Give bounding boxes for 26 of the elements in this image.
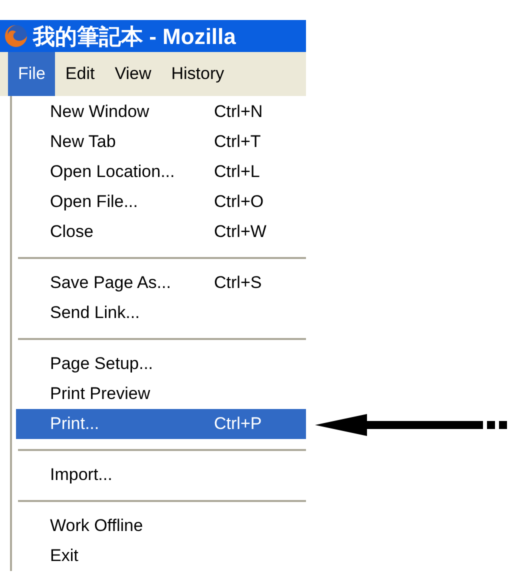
menu-bar-item[interactable]: Edit [55, 52, 105, 96]
menu-item[interactable]: New Window Ctrl+N [16, 97, 306, 127]
menu-item[interactable]: Page Setup... [16, 349, 306, 379]
menu-item[interactable]: Print Preview [16, 379, 306, 409]
menu-item[interactable]: Exit [16, 541, 306, 571]
menu-item[interactable]: Work Offline [16, 511, 306, 541]
menu-bar-item[interactable]: History [161, 52, 234, 96]
shortcut-text: Ctrl+N [214, 101, 263, 124]
menu-item[interactable]: Close Ctrl+W [16, 217, 306, 247]
menu-item[interactable]: Open Location... Ctrl+L [16, 157, 306, 187]
menu-item[interactable]: New Tab Ctrl+T [16, 127, 306, 157]
menu-bar-item[interactable]: File [8, 52, 56, 96]
shortcut-text: Ctrl+L [214, 161, 260, 184]
browser-logo-icon [4, 24, 28, 48]
menu-item[interactable]: Import... [16, 460, 306, 490]
menu-item[interactable]: Open File... Ctrl+O [16, 187, 306, 217]
shortcut-text: Ctrl+S [214, 272, 262, 294]
window-title: 我的筆記本 - Mozilla [33, 22, 236, 50]
shortcut-text: Ctrl+T [214, 131, 261, 154]
menu-item[interactable]: Print... Ctrl+P [16, 409, 306, 439]
shortcut-text: Ctrl+P [214, 413, 262, 436]
menu-item[interactable]: Send Link... [16, 298, 306, 328]
shortcut-text: Ctrl+W [214, 221, 266, 244]
shortcut-text: Ctrl+O [214, 191, 264, 214]
menu-bar-item[interactable]: View [104, 52, 162, 96]
menu-item[interactable]: Save Page As... Ctrl+S [16, 268, 306, 298]
